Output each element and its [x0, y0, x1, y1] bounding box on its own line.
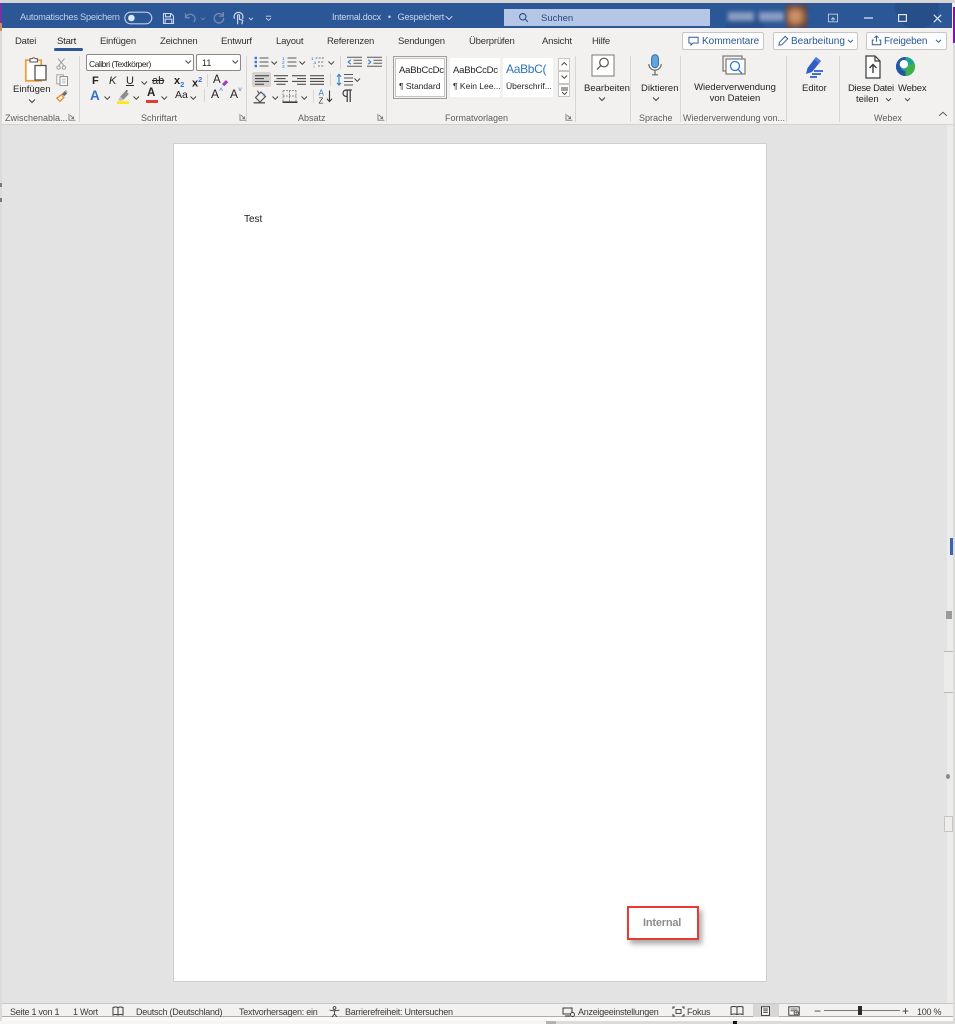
svg-text:i: i [314, 64, 315, 68]
svg-text:3: 3 [282, 64, 285, 68]
svg-text:Z: Z [319, 97, 324, 105]
